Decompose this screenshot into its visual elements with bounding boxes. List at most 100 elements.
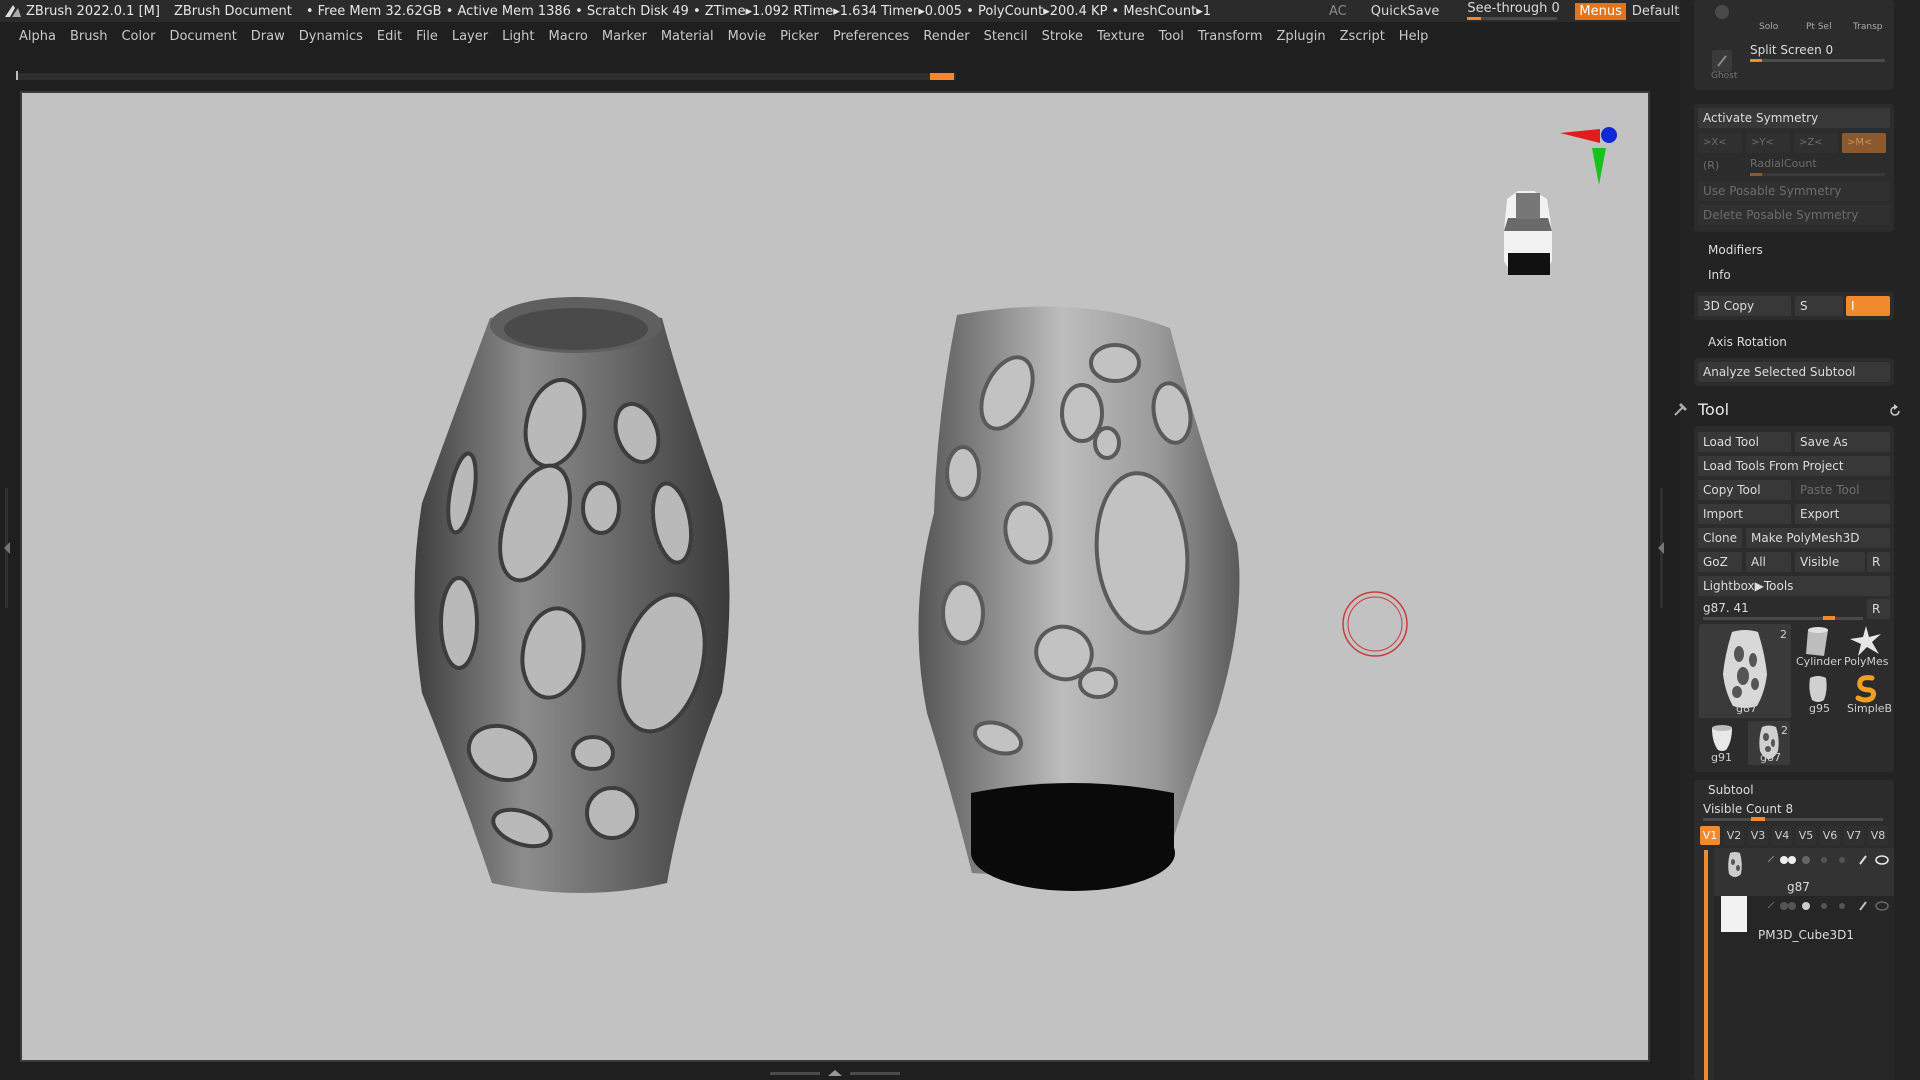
subtool-g87-toggles-icon[interactable] (1768, 854, 1890, 866)
symmetry-r-button[interactable]: (R) (1703, 159, 1719, 172)
menu-zscript[interactable]: Zscript (1340, 29, 1385, 44)
menu-zplugin[interactable]: Zplugin (1277, 29, 1326, 44)
menu-stencil[interactable]: Stencil (984, 29, 1028, 44)
right-vase-model[interactable] (918, 306, 1240, 891)
menu-dynamics[interactable]: Dynamics (299, 29, 363, 44)
menu-preferences[interactable]: Preferences (833, 29, 909, 44)
menu-edit[interactable]: Edit (377, 29, 402, 44)
load-tools-from-project-button[interactable]: Load Tools From Project (1698, 456, 1890, 476)
menu-alpha[interactable]: Alpha (19, 29, 56, 44)
analyze-selected-subtool-button[interactable]: Analyze Selected Subtool (1698, 362, 1890, 382)
bottom-shelf-toggle-icon[interactable] (770, 1068, 900, 1078)
symmetry-m-button[interactable]: >M< (1842, 133, 1886, 153)
subtool-item-pm3d-cube[interactable]: PM3D_Cube3D1 (1714, 896, 1894, 944)
make-polymesh3d-button[interactable]: Make PolyMesh3D (1746, 528, 1890, 548)
subtool-header[interactable]: Subtool (1708, 783, 1754, 797)
subtool-item-g87[interactable]: g87 (1714, 848, 1894, 896)
current-tool-label[interactable]: g87. 41 (1703, 601, 1749, 615)
axis-rotation-header[interactable]: Axis Rotation (1708, 335, 1787, 349)
3d-copy-s-button[interactable]: S (1795, 296, 1843, 316)
symmetry-z-button[interactable]: >Z< (1794, 133, 1838, 153)
radial-count-track[interactable] (1750, 173, 1885, 176)
import-button[interactable]: Import (1698, 504, 1791, 524)
paste-tool-button[interactable]: Paste Tool (1795, 480, 1890, 500)
symmetry-y-button[interactable]: >Y< (1746, 133, 1790, 153)
menu-material[interactable]: Material (661, 29, 714, 44)
g91-thumb-icon[interactable] (1708, 722, 1736, 752)
timeline-track[interactable] (16, 71, 956, 80)
subtool-tab-v2[interactable]: V2 (1724, 826, 1744, 845)
visible-count-label[interactable]: Visible Count 8 (1703, 802, 1793, 816)
menu-document[interactable]: Document (169, 29, 236, 44)
current-tool-r-button[interactable]: R (1867, 599, 1890, 619)
goz-button[interactable]: GoZ (1698, 552, 1742, 572)
3d-copy-i-button[interactable]: I (1846, 296, 1890, 316)
right-panel-toggle-icon[interactable] (1658, 488, 1664, 608)
3d-viewport[interactable] (20, 91, 1650, 1062)
menu-help[interactable]: Help (1399, 29, 1429, 44)
menu-transform[interactable]: Transform (1198, 29, 1263, 44)
current-tool-track[interactable] (1703, 617, 1863, 620)
subtool-tab-v6[interactable]: V6 (1820, 826, 1840, 845)
menus-toggle[interactable]: Menus (1575, 2, 1626, 20)
info-header[interactable]: Info (1708, 268, 1731, 282)
symmetry-x-button[interactable]: >X< (1698, 133, 1742, 153)
menu-tool[interactable]: Tool (1159, 29, 1184, 44)
menu-marker[interactable]: Marker (602, 29, 647, 44)
ac-button[interactable]: AC (1329, 4, 1347, 19)
modifiers-header[interactable]: Modifiers (1708, 243, 1763, 257)
solo-icon[interactable] (1712, 4, 1732, 26)
split-screen-label[interactable]: Split Screen 0 (1750, 43, 1833, 57)
copy-tool-button[interactable]: Copy Tool (1698, 480, 1791, 500)
activate-symmetry-button[interactable]: Activate Symmetry (1698, 108, 1890, 128)
menu-layer[interactable]: Layer (452, 29, 488, 44)
visible-count-track[interactable] (1703, 818, 1883, 821)
left-panel-toggle-icon[interactable] (4, 488, 10, 608)
menu-texture[interactable]: Texture (1097, 29, 1145, 44)
navigation-gizmo-icon[interactable] (1504, 127, 1617, 275)
subtool-tab-v4[interactable]: V4 (1772, 826, 1792, 845)
tool-reset-icon[interactable] (1888, 404, 1902, 418)
polymesh-star-thumb-icon[interactable] (1848, 624, 1884, 658)
menu-stroke[interactable]: Stroke (1042, 29, 1083, 44)
transp-label: Transp (1853, 22, 1883, 32)
tool-thumb-g95-label: g95 (1809, 702, 1830, 715)
app-title: ZBrush 2022.0.1 [M] (26, 3, 160, 19)
save-as-button[interactable]: Save As (1795, 432, 1890, 452)
tool-palette-title[interactable]: Tool (1698, 400, 1729, 419)
menu-render[interactable]: Render (923, 29, 969, 44)
timeline-marker[interactable] (930, 73, 954, 80)
subtool-tab-v5[interactable]: V5 (1796, 826, 1816, 845)
goz-visible-button[interactable]: Visible (1795, 552, 1865, 572)
menu-movie[interactable]: Movie (728, 29, 766, 44)
g95-thumb-icon[interactable] (1804, 674, 1832, 704)
split-screen-track[interactable] (1750, 59, 1885, 62)
load-tool-button[interactable]: Load Tool (1698, 432, 1791, 452)
see-through-slider[interactable]: See-through 0 (1467, 0, 1561, 22)
menu-brush[interactable]: Brush (70, 29, 108, 44)
goz-r-button[interactable]: R (1867, 552, 1890, 572)
lightbox-tools-button[interactable]: Lightbox▶Tools (1698, 576, 1890, 596)
radial-count-label[interactable]: RadialCount (1750, 157, 1817, 170)
menu-file[interactable]: File (416, 29, 438, 44)
left-vase-model[interactable] (414, 297, 730, 893)
subtool-cube-toggles-icon[interactable] (1768, 900, 1890, 912)
menu-draw[interactable]: Draw (251, 29, 285, 44)
subtool-tab-v7[interactable]: V7 (1844, 826, 1864, 845)
subtool-scrollbar[interactable] (1704, 850, 1708, 1080)
simplebrush-thumb-icon[interactable] (1852, 672, 1880, 704)
subtool-tab-v1[interactable]: V1 (1700, 826, 1720, 845)
menu-light[interactable]: Light (502, 29, 534, 44)
menu-picker[interactable]: Picker (780, 29, 819, 44)
menu-macro[interactable]: Macro (549, 29, 588, 44)
3d-copy-button[interactable]: 3D Copy (1698, 296, 1791, 316)
subtool-tab-v3[interactable]: V3 (1748, 826, 1768, 845)
clone-button[interactable]: Clone (1698, 528, 1742, 548)
use-posable-symmetry-button[interactable]: Use Posable Symmetry (1698, 181, 1890, 201)
delete-posable-symmetry-button[interactable]: Delete Posable Symmetry (1698, 205, 1890, 225)
menu-color[interactable]: Color (121, 29, 155, 44)
export-button[interactable]: Export (1795, 504, 1890, 524)
quicksave-button[interactable]: QuickSave (1371, 4, 1440, 19)
goz-all-button[interactable]: All (1746, 552, 1791, 572)
subtool-tab-v8[interactable]: V8 (1868, 826, 1888, 845)
